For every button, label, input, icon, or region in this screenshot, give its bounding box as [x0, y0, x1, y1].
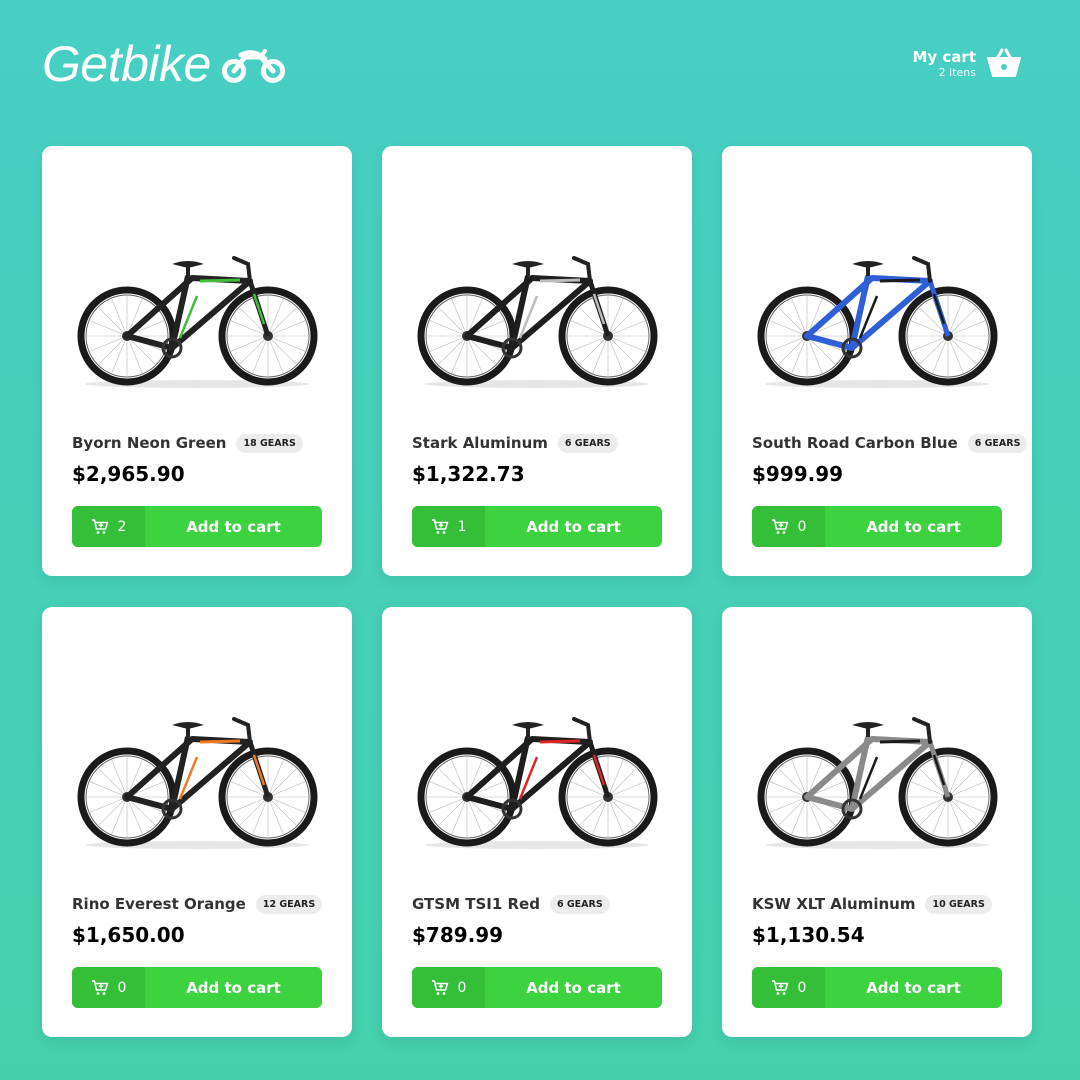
add-cart-icon [431, 980, 448, 995]
motorcycle-icon [221, 45, 287, 89]
add-to-cart-button[interactable]: 2 Add to cart [72, 506, 322, 547]
product-price: $1,650.00 [72, 923, 185, 947]
product-card: Byorn Neon Green 18 GEARS $2,965.90 2 Ad… [42, 146, 352, 576]
quantity-value: 0 [457, 979, 467, 996]
product-price: $1,130.54 [752, 923, 865, 947]
product-card: Rino Everest Orange 12 GEARS $1,650.00 0… [42, 607, 352, 1037]
product-name: Byorn Neon Green [72, 434, 227, 452]
add-to-cart-button[interactable]: 1 Add to cart [412, 506, 662, 547]
add-to-cart-label: Add to cart [186, 978, 281, 997]
product-price: $789.99 [412, 923, 504, 947]
add-to-cart-label: Add to cart [186, 517, 281, 536]
add-to-cart-button[interactable]: 0 Add to cart [752, 506, 1002, 547]
cart-summary: My cart 2 itens [912, 48, 976, 80]
quantity-value: 1 [457, 518, 467, 535]
product-name: South Road Carbon Blue [752, 434, 958, 452]
cart-title: My cart [912, 48, 976, 66]
cart-button[interactable]: My cart 2 itens [912, 46, 1022, 82]
product-grid: Byorn Neon Green 18 GEARS $2,965.90 2 Ad… [42, 146, 1032, 1037]
product-name: GTSM TSI1 Red [412, 895, 540, 913]
add-to-cart-button[interactable]: 0 Add to cart [72, 967, 322, 1008]
gears-badge: 12 GEARS [255, 894, 323, 914]
add-cart-icon [771, 519, 788, 534]
product-name: Stark Aluminum [412, 434, 548, 452]
product-price: $1,322.73 [412, 462, 525, 486]
brand-logo[interactable]: Getbike [42, 34, 287, 94]
add-to-cart-button[interactable]: 0 Add to cart [412, 967, 662, 1008]
cart-quantity: 0 [412, 967, 485, 1008]
bike-image[interactable] [752, 647, 1002, 877]
add-to-cart-label: Add to cart [866, 978, 961, 997]
product-card: South Road Carbon Blue 6 GEARS $999.99 0… [722, 146, 1032, 576]
product-price: $999.99 [752, 462, 844, 486]
gears-badge: 6 GEARS [967, 433, 1028, 453]
quantity-value: 0 [797, 979, 807, 996]
product-card: Stark Aluminum 6 GEARS $1,322.73 1 Add t… [382, 146, 692, 576]
bike-image[interactable] [72, 186, 322, 416]
add-cart-icon [431, 519, 448, 534]
gears-badge: 6 GEARS [557, 433, 618, 453]
product-price: $2,965.90 [72, 462, 185, 486]
gears-badge: 18 GEARS [236, 433, 303, 453]
brand-name: Getbike [42, 36, 211, 92]
basket-icon [986, 46, 1022, 82]
quantity-value: 0 [797, 518, 807, 535]
cart-quantity: 0 [752, 967, 825, 1008]
bike-image[interactable] [752, 186, 1002, 416]
add-to-cart-label: Add to cart [526, 978, 621, 997]
add-cart-icon [771, 980, 788, 995]
bike-image[interactable] [412, 186, 662, 416]
cart-quantity: 1 [412, 506, 485, 547]
quantity-value: 0 [117, 979, 127, 996]
bike-image[interactable] [72, 647, 322, 877]
gears-badge: 6 GEARS [549, 894, 610, 914]
cart-quantity: 0 [752, 506, 825, 547]
gears-badge: 10 GEARS [925, 894, 992, 914]
product-name: KSW XLT Aluminum [752, 895, 916, 913]
quantity-value: 2 [117, 518, 127, 535]
product-card: GTSM TSI1 Red 6 GEARS $789.99 0 Add to c… [382, 607, 692, 1037]
add-to-cart-button[interactable]: 0 Add to cart [752, 967, 1002, 1008]
bike-image[interactable] [412, 647, 662, 877]
cart-quantity: 2 [72, 506, 145, 547]
product-name: Rino Everest Orange [72, 895, 246, 913]
add-to-cart-label: Add to cart [526, 517, 621, 536]
cart-item-count: 2 itens [938, 66, 976, 79]
header: Getbike My cart 2 itens [42, 30, 1032, 100]
add-to-cart-label: Add to cart [866, 517, 961, 536]
add-cart-icon [91, 519, 108, 534]
add-cart-icon [91, 980, 108, 995]
product-card: KSW XLT Aluminum 10 GEARS $1,130.54 0 Ad… [722, 607, 1032, 1037]
cart-quantity: 0 [72, 967, 145, 1008]
